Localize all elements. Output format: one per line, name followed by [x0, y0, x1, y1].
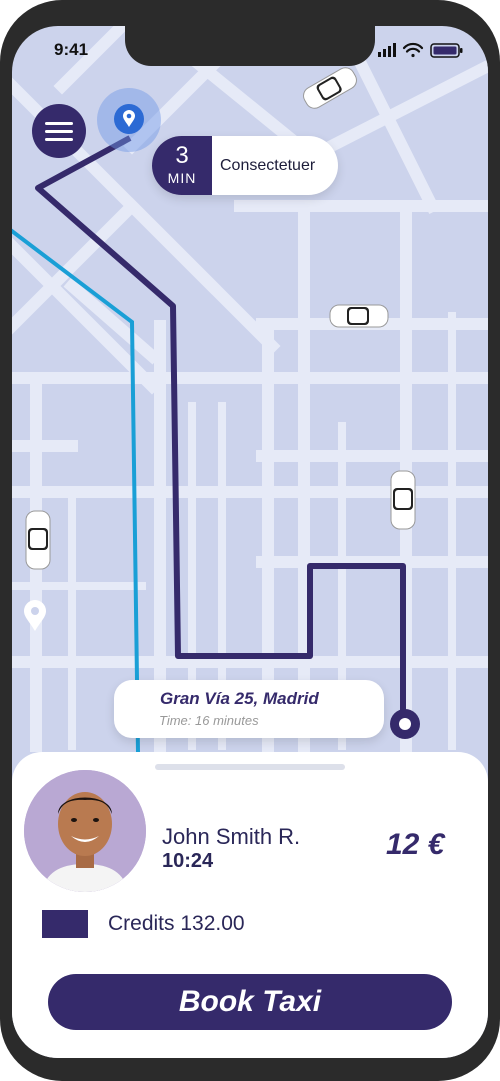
- eta-label: Consectetuer: [220, 157, 316, 174]
- taxi-car-icon[interactable]: [329, 304, 389, 328]
- pickup-time: 10:24: [162, 850, 214, 872]
- destination-address: Gran Vía 25, Madrid: [160, 689, 319, 708]
- destination-card[interactable]: Gran Vía 25, Madrid Time: 16 minutes: [114, 680, 384, 738]
- eta-bubble: 3 MIN Consectetuer: [152, 136, 338, 195]
- eta-time-box: 3 MIN: [152, 136, 212, 195]
- taxi-car-icon[interactable]: [300, 64, 359, 111]
- destination-marker: [390, 709, 420, 739]
- hamburger-menu-icon: [45, 129, 73, 133]
- credits-card-icon: [42, 910, 88, 938]
- driver-photo: [24, 770, 146, 892]
- location-pin-icon: [24, 600, 46, 631]
- signal-icon: [378, 43, 396, 57]
- hamburger-menu-icon: [45, 121, 73, 125]
- sheet-handle[interactable]: [155, 764, 345, 770]
- eta-unit: MIN: [167, 170, 197, 186]
- driver-name: John Smith R.: [162, 824, 301, 849]
- location-pin-icon: [123, 110, 135, 127]
- eta-minutes: 3: [175, 142, 189, 169]
- battery-icon: [430, 43, 463, 58]
- current-location-marker[interactable]: [114, 104, 144, 134]
- taxi-car-icon[interactable]: [25, 510, 51, 570]
- hamburger-menu-icon: [45, 137, 73, 141]
- fare-price: 12 €: [386, 828, 445, 861]
- bottom-sheet: John Smith R. 10:24 12 € Credits 132.00 …: [12, 752, 488, 1058]
- destination-time: Time: 16 minutes: [159, 713, 259, 728]
- book-taxi-label: Book Taxi: [178, 985, 322, 1018]
- wifi-icon: [402, 42, 424, 58]
- avatar: [24, 770, 146, 892]
- credits-balance: Credits 132.00: [108, 912, 245, 935]
- menu-button[interactable]: [32, 104, 86, 158]
- notch: [125, 26, 375, 66]
- book-taxi-button[interactable]: Book Taxi: [48, 974, 452, 1030]
- status-time: 9:41: [54, 40, 89, 59]
- taxi-car-icon[interactable]: [390, 470, 416, 530]
- status-icons: [378, 42, 463, 58]
